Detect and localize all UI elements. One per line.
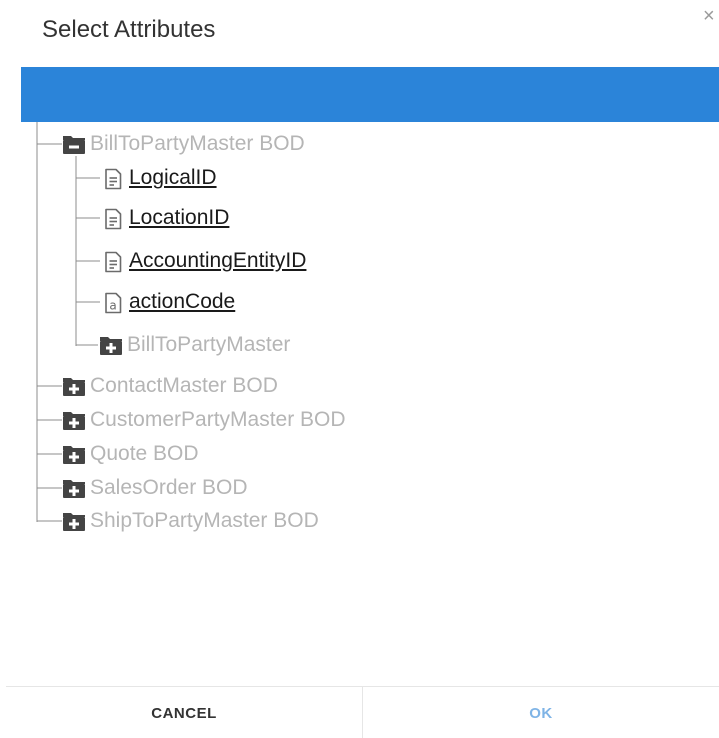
folder-expand-icon[interactable] bbox=[62, 510, 86, 532]
tree-folder-contactmaster-bod[interactable]: ContactMaster BOD bbox=[62, 371, 278, 401]
folder-expand-icon[interactable] bbox=[62, 409, 86, 431]
tree-attribute-accountingentityid[interactable]: AccountingEntityID bbox=[101, 246, 306, 276]
tree-attribute-actioncode[interactable]: a actionCode bbox=[101, 287, 235, 317]
tree-folder-label: ShipToPartyMaster BOD bbox=[90, 509, 319, 532]
tree-attribute-logicalid[interactable]: LogicalID bbox=[101, 163, 217, 193]
cancel-button[interactable]: CANCEL bbox=[6, 687, 363, 738]
text-document-icon bbox=[101, 250, 125, 273]
tree-folder-billtopartymaster-bod[interactable]: BillToPartyMaster BOD bbox=[62, 129, 305, 159]
svg-text:a: a bbox=[109, 299, 116, 313]
tree-folder-label: SalesOrder BOD bbox=[90, 476, 248, 499]
folder-expand-icon[interactable] bbox=[62, 375, 86, 397]
attribute-link[interactable]: actionCode bbox=[129, 290, 235, 314]
select-attributes-dialog: Select Attributes × BillToPartyMaster BO… bbox=[0, 0, 719, 738]
tree-folder-label: Quote BOD bbox=[90, 442, 199, 465]
attribute-link[interactable]: LogicalID bbox=[129, 166, 217, 190]
text-document-icon bbox=[101, 167, 125, 190]
tree-attribute-locationid[interactable]: LocationID bbox=[101, 203, 229, 233]
folder-expand-icon[interactable] bbox=[62, 443, 86, 465]
tree-folder-label: CustomerPartyMaster BOD bbox=[90, 408, 346, 431]
attribute-link[interactable]: LocationID bbox=[129, 206, 229, 230]
tree-folder-billtopartymaster[interactable]: BillToPartyMaster bbox=[99, 330, 290, 360]
folder-expand-icon[interactable] bbox=[99, 334, 123, 356]
tree-folder-label: ContactMaster BOD bbox=[90, 374, 278, 397]
text-document-icon bbox=[101, 207, 125, 230]
tree-folder-quote-bod[interactable]: Quote BOD bbox=[62, 439, 199, 469]
dialog-footer: CANCEL OK bbox=[6, 686, 719, 738]
attribute-a-icon: a bbox=[101, 291, 125, 314]
tree-folder-customerpartymaster-bod[interactable]: CustomerPartyMaster BOD bbox=[62, 405, 346, 435]
tree-folder-label: BillToPartyMaster bbox=[127, 333, 291, 356]
tree-folder-label: BillToPartyMaster BOD bbox=[90, 132, 305, 155]
ok-button[interactable]: OK bbox=[363, 687, 719, 738]
tree-folder-shiptopartymaster-bod[interactable]: ShipToPartyMaster BOD bbox=[62, 506, 319, 536]
attribute-tree: BillToPartyMaster BOD LogicalID Location… bbox=[0, 0, 719, 560]
tree-folder-salesorder-bod[interactable]: SalesOrder BOD bbox=[62, 473, 248, 503]
folder-expand-icon[interactable] bbox=[62, 477, 86, 499]
attribute-link[interactable]: AccountingEntityID bbox=[129, 249, 306, 273]
folder-collapse-icon[interactable] bbox=[62, 133, 86, 155]
